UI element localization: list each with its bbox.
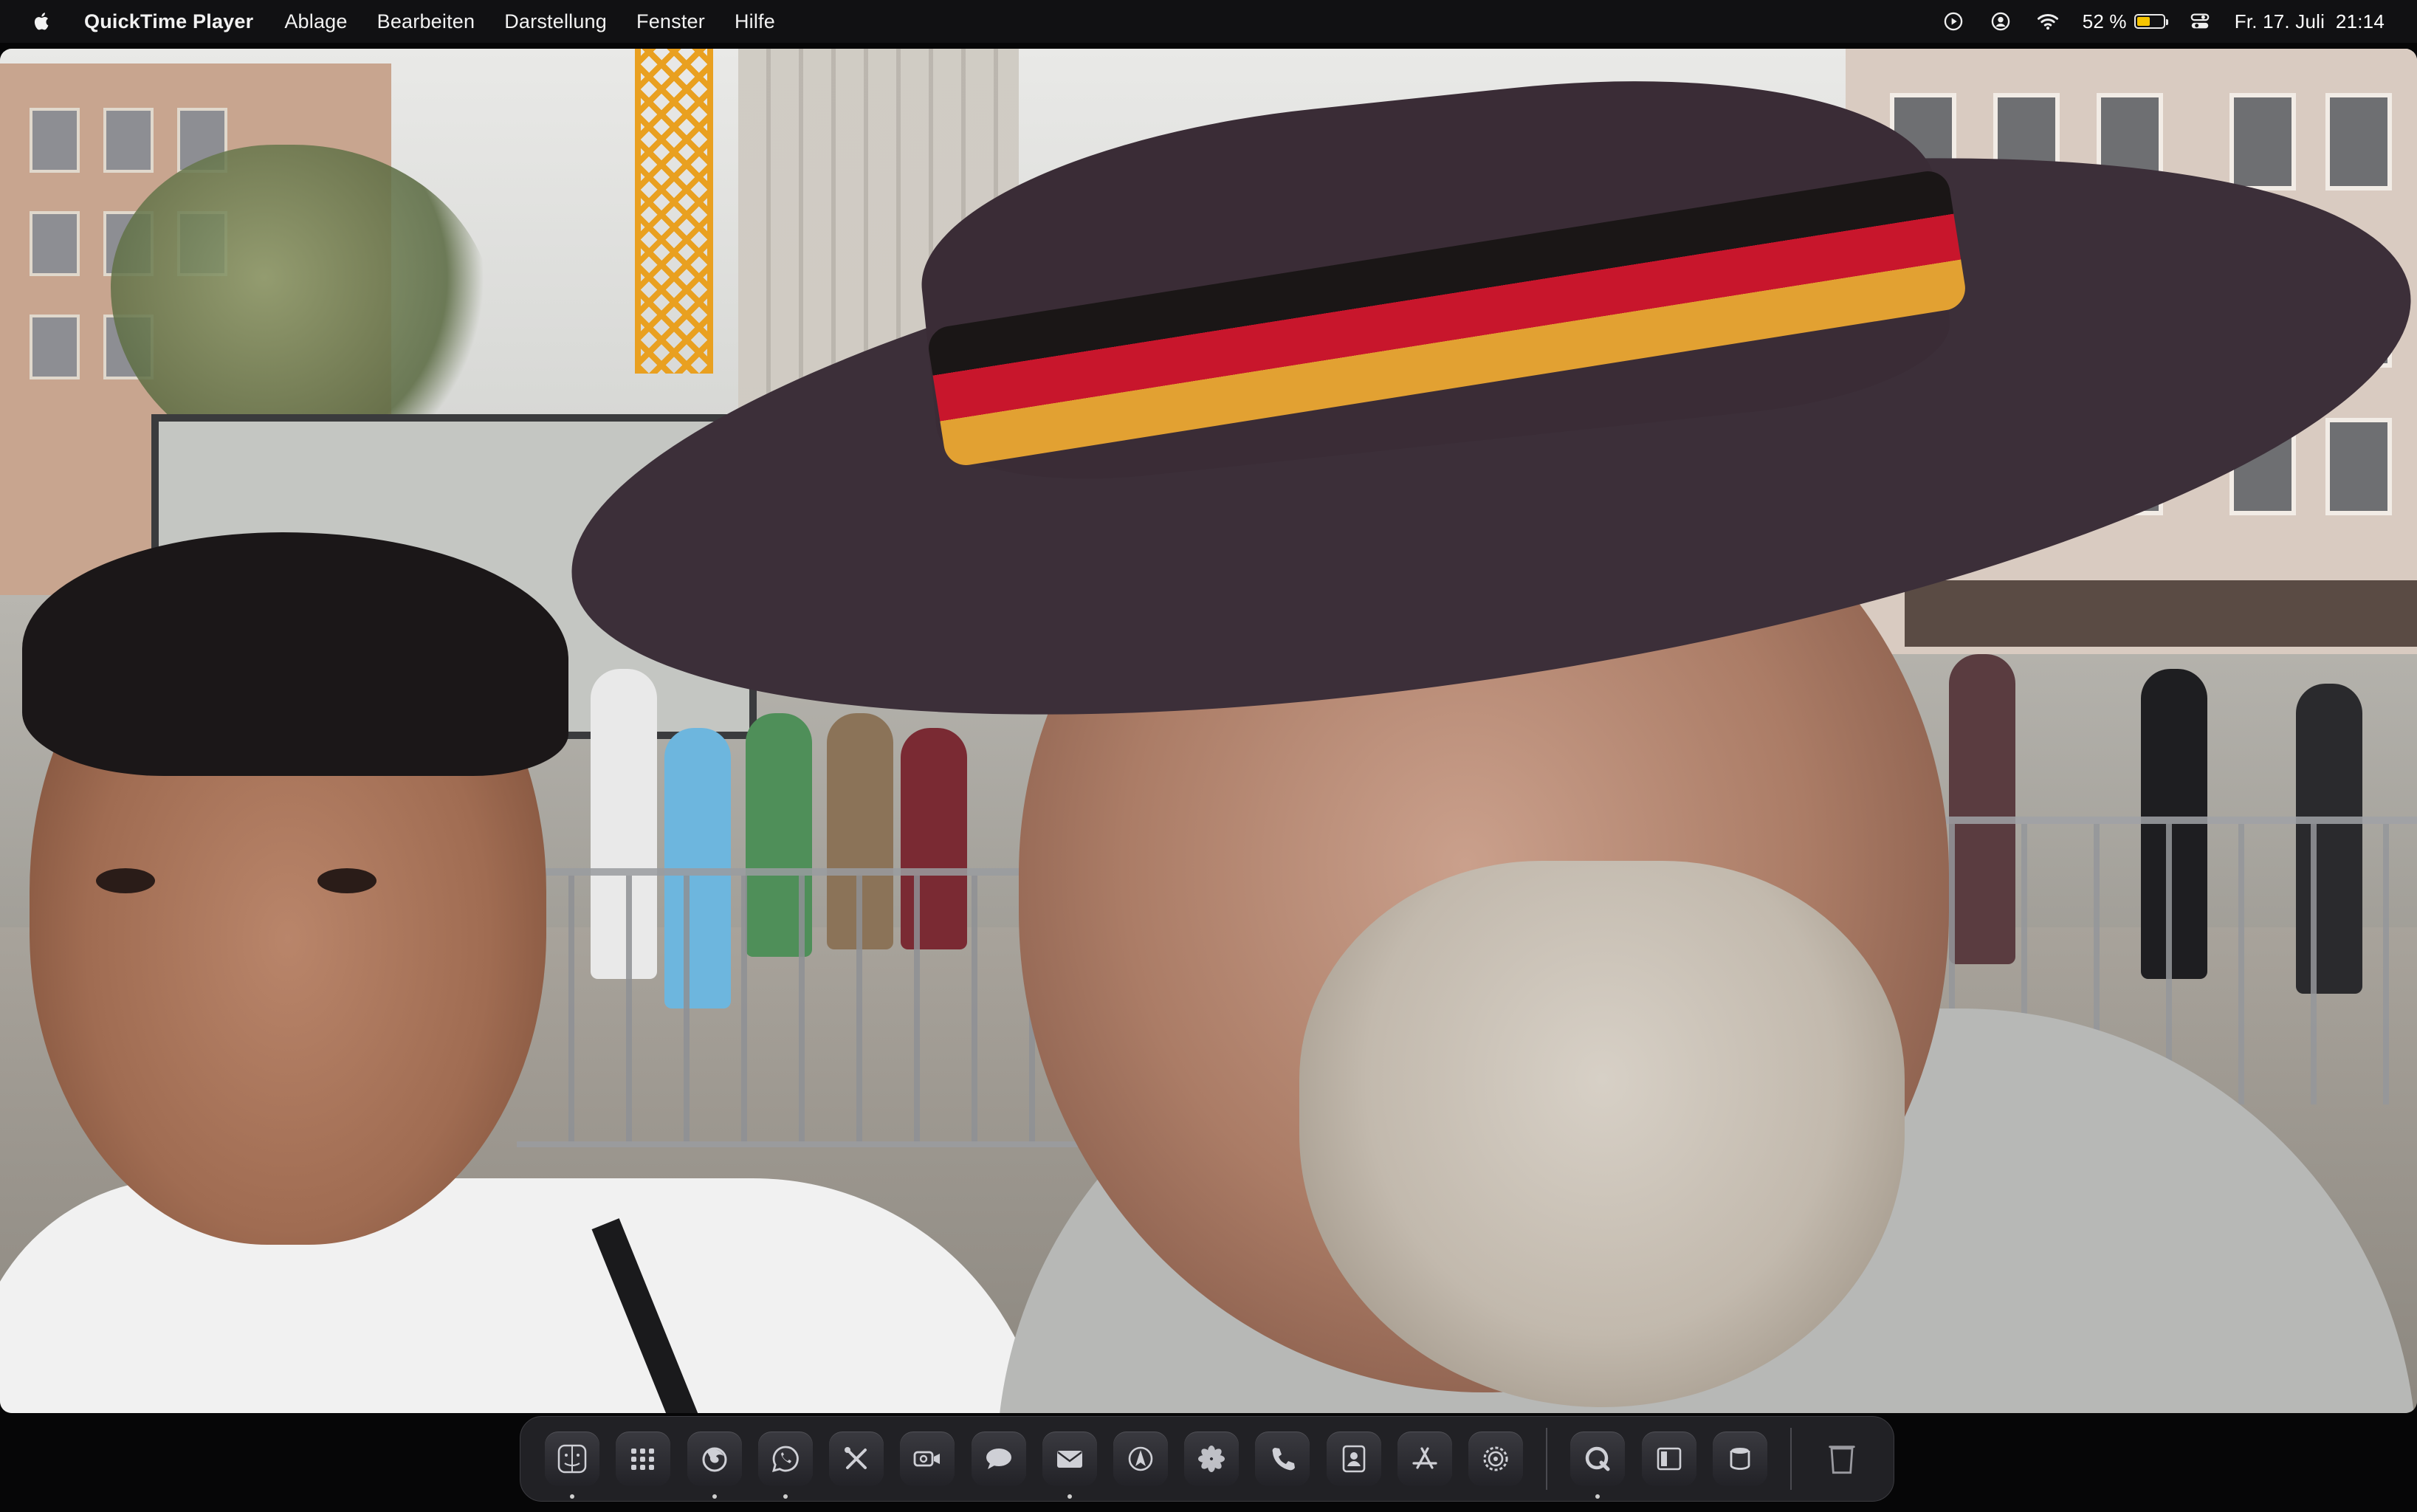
phone-icon — [1255, 1432, 1310, 1486]
battery-percent: 52 % — [2082, 10, 2127, 32]
video-eye — [317, 868, 377, 893]
user-circle-icon[interactable] — [1988, 9, 2013, 34]
running-indicator — [712, 1494, 717, 1499]
running-indicator — [570, 1494, 575, 1499]
contacts-icon — [1326, 1432, 1381, 1486]
dock-tools[interactable] — [828, 1429, 885, 1488]
battery-status[interactable]: 52 % — [2082, 10, 2168, 33]
dock-trash[interactable] — [1813, 1429, 1871, 1488]
app-menu[interactable]: QuickTime Player — [84, 10, 253, 33]
dock-whatsapp[interactable] — [757, 1429, 814, 1499]
disk-utility-icon — [1712, 1432, 1767, 1486]
play-circle-icon[interactable] — [1941, 9, 1966, 34]
video-shopfront — [1905, 580, 2417, 647]
battery-fill — [2136, 17, 2150, 26]
maps-icon — [1113, 1432, 1168, 1486]
firefox-icon — [687, 1432, 742, 1486]
menu-darstellung[interactable]: Darstellung — [504, 10, 607, 33]
dock-launchpad[interactable] — [614, 1429, 672, 1488]
facetime-icon — [900, 1432, 955, 1486]
running-indicator — [1595, 1494, 1601, 1499]
battery-icon — [2134, 14, 2168, 29]
dock-separator — [1789, 1428, 1792, 1490]
control-center-icon[interactable] — [2187, 9, 2213, 34]
messages-icon — [971, 1432, 1026, 1486]
whatsapp-icon — [757, 1432, 813, 1486]
system-settings-icon — [1468, 1432, 1524, 1486]
quicktime-icon — [1570, 1432, 1626, 1486]
mail-icon — [1042, 1432, 1097, 1486]
running-indicator — [783, 1494, 788, 1499]
clock[interactable]: Fr. 17. Juli 21:14 — [2235, 10, 2385, 33]
running-indicator — [1067, 1494, 1072, 1499]
video-person-left-shirt — [0, 1178, 1048, 1413]
menu-bearbeiten[interactable]: Bearbeiten — [377, 10, 475, 33]
wifi-icon[interactable] — [2035, 9, 2060, 34]
dock-mail[interactable] — [1041, 1429, 1099, 1499]
video-crane — [635, 49, 713, 374]
finder-icon — [545, 1432, 600, 1486]
app-store-icon — [1397, 1432, 1452, 1486]
menu-fenster[interactable]: Fenster — [636, 10, 705, 33]
dock-phone[interactable] — [1254, 1429, 1311, 1488]
video-player-frame[interactable] — [0, 49, 2417, 1413]
menu-bar: QuickTime Player Ablage Bearbeiten Darst… — [0, 0, 2417, 43]
dock-system-settings[interactable] — [1467, 1429, 1524, 1488]
dock-app-store[interactable] — [1396, 1429, 1454, 1488]
dock-firefox[interactable] — [685, 1429, 743, 1499]
dock-contacts[interactable] — [1325, 1429, 1383, 1488]
menu-ablage[interactable]: Ablage — [284, 10, 347, 33]
preview-icon — [1641, 1432, 1696, 1486]
tools-icon — [829, 1432, 884, 1486]
dock — [520, 1416, 1894, 1502]
video-eye — [96, 868, 155, 893]
dock-photos[interactable] — [1183, 1429, 1240, 1488]
apple-menu-icon[interactable] — [30, 9, 55, 34]
dock-finder[interactable] — [543, 1429, 601, 1499]
dock-disk-utility[interactable] — [1711, 1429, 1769, 1488]
video-person-right-beard — [1299, 861, 1905, 1407]
dock-maps[interactable] — [1112, 1429, 1169, 1488]
launchpad-icon — [616, 1432, 671, 1486]
dock-facetime[interactable] — [898, 1429, 956, 1488]
dock-quicktime[interactable] — [1569, 1429, 1626, 1499]
dock-messages[interactable] — [969, 1429, 1027, 1488]
photos-icon — [1184, 1432, 1240, 1486]
trash-icon — [1815, 1432, 1869, 1486]
dock-preview[interactable] — [1640, 1429, 1697, 1488]
menu-hilfe[interactable]: Hilfe — [735, 10, 775, 33]
dock-separator — [1546, 1428, 1548, 1490]
